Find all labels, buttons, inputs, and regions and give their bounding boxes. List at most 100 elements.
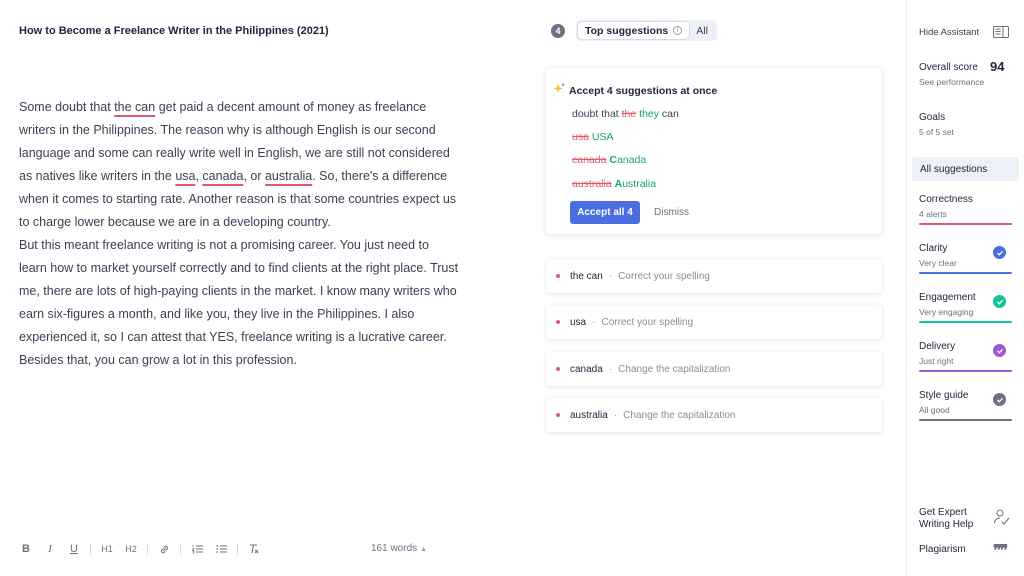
paragraph-2[interactable]: But this meant freelance writing is not …	[19, 234, 459, 372]
category-style-guide[interactable]: Style guide All good	[919, 390, 1012, 424]
category-clarity[interactable]: Clarity Very clear	[919, 243, 1012, 277]
separator: ·	[592, 316, 596, 328]
flagged-word-australia[interactable]: australia	[265, 169, 312, 183]
category-name: Engagement	[919, 292, 976, 303]
italic-button[interactable]: I	[38, 540, 62, 558]
ordered-list-button[interactable]	[185, 540, 209, 558]
category-status: Just right	[919, 356, 954, 366]
suggestion-card[interactable]: australia · Change the capitalization	[546, 398, 882, 432]
error-dot-icon	[556, 274, 560, 278]
inserted-rest: ustralia	[622, 178, 657, 190]
error-dot-icon	[556, 367, 560, 371]
clear-format-icon	[249, 544, 258, 554]
separator: ·	[608, 363, 613, 375]
category-status: All good	[919, 405, 950, 415]
flagged-word-the-can[interactable]: the can	[114, 100, 155, 114]
deleted-text: usa	[572, 131, 589, 143]
document-body[interactable]: Some doubt that the can get paid a decen…	[19, 96, 459, 372]
toolbar-divider	[147, 543, 148, 555]
quote-marks-icon[interactable]: ❞❞	[993, 541, 1008, 560]
all-suggestions-button[interactable]: All suggestions	[912, 157, 1019, 181]
inserted-text: Australia	[615, 178, 656, 190]
bullet-list-button[interactable]	[209, 540, 233, 558]
suggestion-card[interactable]: canada · Change the capitalization	[546, 352, 882, 386]
document-title[interactable]: How to Become a Freelance Writer in the …	[19, 25, 329, 37]
format-toolbar: B I U H1 H2	[14, 540, 266, 558]
tab-label: All	[696, 24, 708, 37]
separator: ·	[608, 270, 613, 282]
suggestion-card[interactable]: usa · Correct your spelling	[546, 305, 882, 339]
suggestion-word: the can	[570, 270, 603, 282]
preview-line-4: australia Australia	[572, 178, 656, 190]
overall-score: 94	[990, 59, 1005, 74]
error-dot-icon	[556, 320, 560, 324]
bold-button[interactable]: B	[14, 540, 38, 558]
goals-value: 5 of 5 set	[919, 127, 954, 137]
expert-help-icon[interactable]	[993, 508, 1011, 526]
heading2-icon: H2	[125, 544, 137, 554]
check-icon	[993, 246, 1006, 259]
heading2-button[interactable]: H2	[119, 540, 143, 558]
flagged-word-canada[interactable]: canada	[202, 169, 243, 183]
flagged-word-usa[interactable]: usa	[175, 169, 195, 183]
hide-assistant-button[interactable]: Hide Assistant	[919, 27, 979, 38]
word-count: 161 words	[371, 543, 418, 554]
tab-all[interactable]: All	[689, 22, 715, 39]
error-dot-icon	[556, 413, 560, 417]
overall-score-label: Overall score	[919, 62, 978, 73]
preview-line-3: canada Canada	[572, 154, 646, 166]
suggestion-word: australia	[570, 409, 608, 421]
preview-text: doubt that	[572, 108, 622, 120]
link-button[interactable]	[152, 540, 176, 558]
info-icon[interactable]: i	[673, 26, 683, 35]
suggestion-description: Correct your spelling	[618, 270, 710, 282]
underline-button[interactable]: U	[62, 540, 86, 558]
link-icon	[160, 545, 168, 553]
suggestion-card[interactable]: the can · Correct your spelling	[546, 259, 882, 293]
italic-icon: I	[48, 543, 52, 555]
inserted-text: USA	[591, 131, 614, 143]
suggestion-description: Change the capitalization	[623, 409, 736, 421]
category-engagement[interactable]: Engagement Very engaging	[919, 292, 1012, 326]
inserted-text: Canada	[609, 154, 646, 166]
dismiss-button[interactable]: Dismiss	[654, 207, 689, 218]
panel-toggle-icon[interactable]	[993, 26, 1009, 38]
deleted-text: canada	[572, 154, 607, 166]
category-delivery[interactable]: Delivery Just right	[919, 341, 1012, 375]
expert-help-button[interactable]: Get Expert Writing Help	[919, 507, 989, 531]
toolbar-divider	[237, 543, 238, 555]
underline-icon: U	[70, 543, 78, 555]
heading1-button[interactable]: H1	[95, 540, 119, 558]
editor-pane[interactable]: How to Become a Freelance Writer in the …	[0, 0, 530, 576]
category-name: Correctness	[919, 194, 973, 205]
plagiarism-button[interactable]: Plagiarism	[919, 544, 966, 555]
suggestion-description: Correct your spelling	[601, 316, 694, 328]
category-status: Very clear	[919, 258, 957, 268]
see-performance-link[interactable]: See performance	[919, 77, 984, 87]
preview-line-1: doubt that the they can	[572, 108, 679, 120]
deleted-text: australia	[572, 178, 612, 190]
tab-top-suggestions[interactable]: Top suggestions i	[578, 22, 690, 39]
caret-up-icon: ▲	[420, 546, 428, 553]
bullet-list-icon	[215, 545, 227, 553]
deleted-text: the	[621, 108, 637, 120]
bulk-accept-title: Accept 4 suggestions at once	[569, 85, 718, 97]
inserted-bold: C	[609, 154, 617, 166]
check-icon	[993, 344, 1006, 357]
ordered-list-icon	[191, 545, 203, 554]
category-bar	[919, 272, 1012, 274]
toolbar-divider	[90, 543, 91, 555]
category-name: Delivery	[919, 341, 956, 352]
bold-icon: B	[22, 543, 30, 555]
text-run: Some doubt that	[19, 100, 115, 114]
category-bar	[919, 223, 1012, 225]
heading1-icon: H1	[101, 544, 113, 554]
accept-all-button[interactable]: Accept all 4	[570, 201, 640, 224]
paragraph-1[interactable]: Some doubt that the can get paid a decen…	[19, 96, 459, 234]
category-correctness[interactable]: Correctness 4 alerts	[919, 194, 1012, 228]
word-count-toggle[interactable]: 161 words ▲	[371, 543, 427, 554]
goals-button[interactable]: Goals	[919, 112, 945, 123]
preview-line-2: usa USA	[572, 131, 613, 143]
inserted-text: they	[639, 108, 660, 120]
clear-format-button[interactable]	[242, 540, 266, 558]
